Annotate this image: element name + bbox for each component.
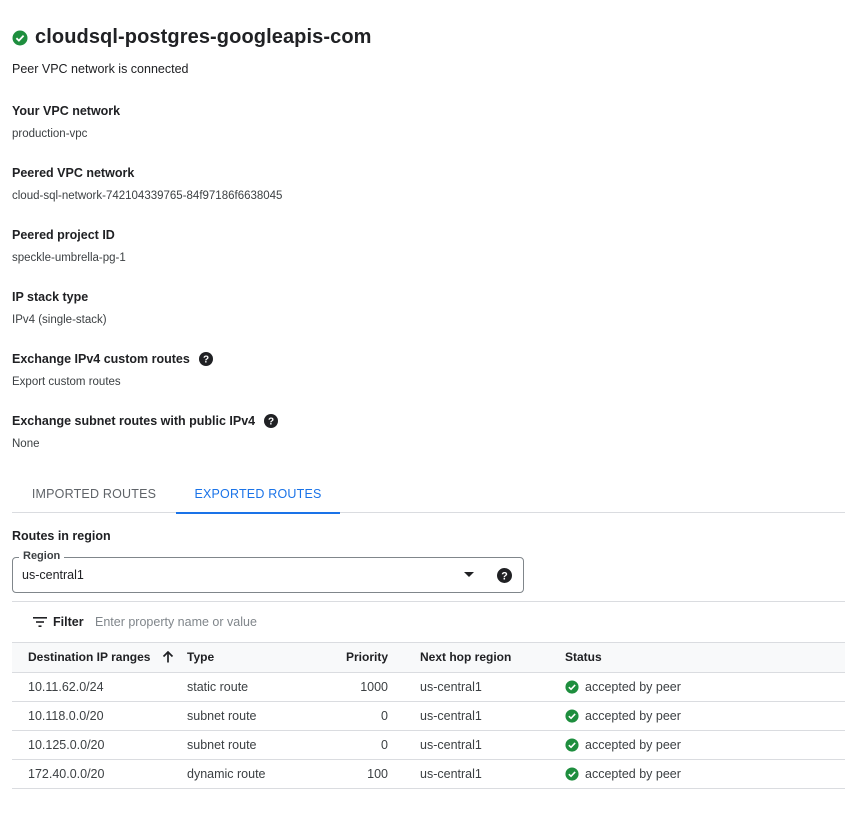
region-select[interactable]: Region us-central1 ? — [12, 550, 524, 593]
property-label: Peered VPC network — [12, 166, 135, 180]
property-label: Exchange subnet routes with public IPv4 — [12, 414, 256, 428]
help-circle-icon[interactable]: ? — [497, 568, 512, 583]
cell-next-hop-region: us-central1 — [388, 730, 565, 760]
cell-destination: 10.125.0.0/20 — [12, 730, 187, 760]
check-circle-icon — [565, 766, 579, 781]
property-peered-project-id: Peered project ID speckle-umbrella-pg-1 — [12, 228, 126, 264]
tab-imported-routes[interactable]: IMPORTED ROUTES — [12, 476, 176, 512]
column-header-next-hop-region[interactable]: Next hop region — [388, 643, 565, 673]
column-header-status[interactable]: Status — [565, 643, 845, 673]
cell-type: dynamic route — [187, 759, 320, 789]
property-value: speckle-umbrella-pg-1 — [12, 252, 126, 264]
page-title: cloudsql-postgres-googleapis-com — [35, 26, 372, 48]
svg-text:?: ? — [501, 570, 508, 582]
table-row: 10.11.62.0/24 static route 1000 us-centr… — [12, 672, 845, 702]
help-circle-icon[interactable]: ? — [264, 414, 279, 428]
status-badge: accepted by peer — [565, 680, 845, 694]
property-label-row: Exchange IPv4 custom routes ? — [12, 352, 213, 366]
column-header-priority[interactable]: Priority — [320, 643, 388, 673]
cell-status: accepted by peer — [565, 759, 845, 789]
region-select-label: Region — [19, 550, 65, 562]
property-value: None — [12, 438, 40, 450]
cell-status: accepted by peer — [565, 701, 845, 731]
cell-destination: 10.118.0.0/20 — [12, 701, 187, 731]
tab-exported-routes[interactable]: EXPORTED ROUTES — [176, 476, 340, 514]
check-circle-icon — [565, 737, 579, 752]
cell-priority: 1000 — [320, 672, 388, 702]
property-label: Peered project ID — [12, 228, 115, 242]
cell-next-hop-region: us-central1 — [388, 759, 565, 789]
column-header-destination[interactable]: Destination IP ranges — [12, 643, 187, 673]
cell-destination: 10.11.62.0/24 — [12, 672, 187, 702]
status-badge: accepted by peer — [565, 738, 845, 752]
filter-label[interactable]: Filter — [53, 615, 84, 629]
property-label-row: Exchange subnet routes with public IPv4 … — [12, 414, 279, 428]
column-header-type[interactable]: Type — [187, 643, 320, 673]
cell-status: accepted by peer — [565, 730, 845, 760]
filter-input[interactable] — [95, 611, 595, 633]
check-circle-icon — [565, 679, 579, 694]
table-row: 10.125.0.0/20 subnet route 0 us-central1… — [12, 730, 845, 760]
svg-text:?: ? — [268, 417, 274, 428]
routes-in-region-heading: Routes in region — [12, 529, 111, 543]
property-exchange-subnet-routes: Exchange subnet routes with public IPv4 … — [12, 414, 279, 450]
cell-type: static route — [187, 672, 320, 702]
status-badge: accepted by peer — [565, 709, 845, 723]
arrow-up-icon[interactable] — [162, 651, 174, 663]
cell-priority: 100 — [320, 759, 388, 789]
cell-priority: 0 — [320, 730, 388, 760]
table-header-row: Destination IP ranges Type Priority Next… — [12, 643, 845, 673]
property-value: production-vpc — [12, 128, 88, 140]
svg-text:?: ? — [203, 355, 209, 366]
property-value: cloud-sql-network-742104339765-84f97186f… — [12, 190, 283, 202]
check-circle-icon — [565, 708, 579, 723]
chevron-down-icon[interactable] — [464, 572, 474, 577]
check-circle-icon — [12, 30, 28, 45]
property-peered-vpc-network: Peered VPC network cloud-sql-network-742… — [12, 166, 282, 202]
status-badge: accepted by peer — [565, 767, 845, 781]
cell-status: accepted by peer — [565, 672, 845, 702]
property-ip-stack-type: IP stack type IPv4 (single-stack) — [12, 290, 107, 326]
peering-details-page: cloudsql-postgres-googleapis-com Peer VP… — [0, 0, 845, 838]
status-text: accepted by peer — [585, 737, 681, 752]
routes-table: Destination IP ranges Type Priority Next… — [12, 643, 845, 789]
property-exchange-ipv4-custom-routes: Exchange IPv4 custom routes ? Export cus… — [12, 352, 213, 388]
status-text: accepted by peer — [585, 679, 681, 694]
routes-tabs: IMPORTED ROUTES EXPORTED ROUTES — [12, 476, 845, 514]
cell-destination: 172.40.0.0/20 — [12, 759, 187, 789]
status-text: accepted by peer — [585, 766, 681, 781]
property-label: Exchange IPv4 custom routes — [12, 352, 190, 366]
column-header-label: Destination IP ranges — [28, 650, 151, 665]
property-value: IPv4 (single-stack) — [12, 314, 107, 326]
property-label: IP stack type — [12, 290, 89, 304]
help-circle-icon[interactable]: ? — [198, 352, 213, 366]
region-select-value: us-central1 — [22, 568, 84, 582]
cell-type: subnet route — [187, 701, 320, 731]
property-your-vpc-network: Your VPC network production-vpc — [12, 104, 120, 140]
property-label: Your VPC network — [12, 104, 121, 118]
title-row: cloudsql-postgres-googleapis-com — [12, 26, 372, 49]
cell-type: subnet route — [187, 730, 320, 760]
cell-next-hop-region: us-central1 — [388, 672, 565, 702]
cell-priority: 0 — [320, 701, 388, 731]
table-row: 172.40.0.0/20 dynamic route 100 us-centr… — [12, 759, 845, 789]
property-value: Export custom routes — [12, 376, 121, 388]
filter-bar: Filter — [12, 601, 845, 643]
connection-status-text: Peer VPC network is connected — [12, 62, 189, 76]
filter-icon[interactable] — [33, 616, 47, 628]
cell-next-hop-region: us-central1 — [388, 701, 565, 731]
table-row: 10.118.0.0/20 subnet route 0 us-central1… — [12, 701, 845, 731]
status-text: accepted by peer — [585, 708, 681, 723]
